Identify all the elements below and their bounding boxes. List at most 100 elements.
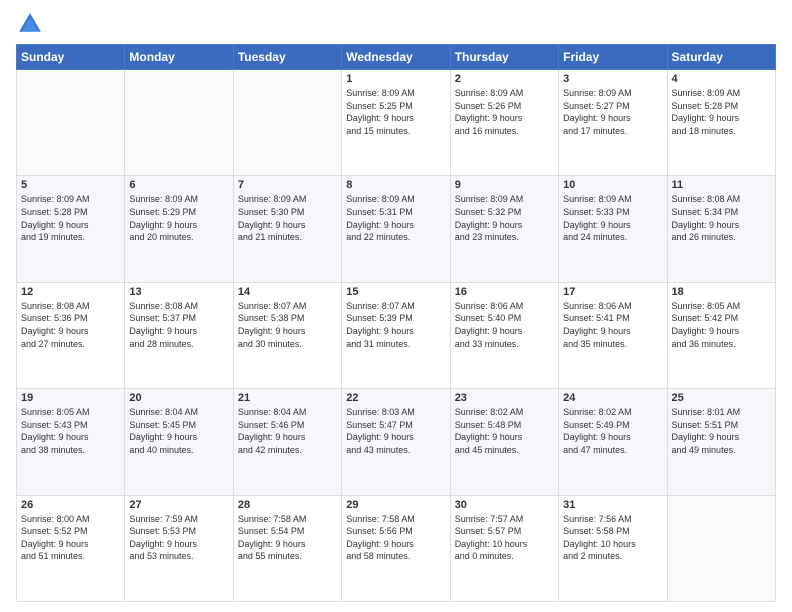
logo [16,10,48,38]
day-info: Sunrise: 8:08 AM Sunset: 5:36 PM Dayligh… [21,300,120,350]
day-number: 14 [238,286,337,298]
day-info: Sunrise: 8:09 AM Sunset: 5:30 PM Dayligh… [238,193,337,243]
calendar-day-cell: 18 Sunrise: 8:05 AM Sunset: 5:42 PM Dayli… [667,282,775,388]
weekday-header: Wednesday [342,45,450,70]
calendar-header-row: SundayMondayTuesdayWednesdayThursdayFrid… [17,45,776,70]
day-info: Sunrise: 8:08 AM Sunset: 5:37 PM Dayligh… [129,300,228,350]
calendar-day-cell: 19 Sunrise: 8:05 AM Sunset: 5:43 PM Dayli… [17,389,125,495]
calendar-day-cell: 30 Sunrise: 7:57 AM Sunset: 5:57 PM Dayli… [450,495,558,601]
day-number: 16 [455,286,554,298]
calendar-day-cell: 22 Sunrise: 8:03 AM Sunset: 5:47 PM Dayli… [342,389,450,495]
day-number: 4 [672,73,771,85]
day-number: 25 [672,392,771,404]
calendar-day-cell: 1 Sunrise: 8:09 AM Sunset: 5:25 PM Daylig… [342,70,450,176]
calendar-day-cell: 6 Sunrise: 8:09 AM Sunset: 5:29 PM Daylig… [125,176,233,282]
calendar-day-cell: 21 Sunrise: 8:04 AM Sunset: 5:46 PM Dayli… [233,389,341,495]
calendar-day-cell [17,70,125,176]
day-number: 1 [346,73,445,85]
day-info: Sunrise: 8:09 AM Sunset: 5:27 PM Dayligh… [563,87,662,137]
day-info: Sunrise: 8:07 AM Sunset: 5:38 PM Dayligh… [238,300,337,350]
day-info: Sunrise: 8:04 AM Sunset: 5:46 PM Dayligh… [238,406,337,456]
calendar-week-row: 5Sunrise: 8:09 AM Sunset: 5:28 PM Daylig… [17,176,776,282]
weekday-header: Monday [125,45,233,70]
day-info: Sunrise: 7:57 AM Sunset: 5:57 PM Dayligh… [455,513,554,563]
day-number: 11 [672,179,771,191]
day-number: 2 [455,73,554,85]
day-info: Sunrise: 8:01 AM Sunset: 5:51 PM Dayligh… [672,406,771,456]
calendar-day-cell: 2 Sunrise: 8:09 AM Sunset: 5:26 PM Daylig… [450,70,558,176]
day-info: Sunrise: 8:09 AM Sunset: 5:32 PM Dayligh… [455,193,554,243]
day-number: 12 [21,286,120,298]
day-number: 28 [238,499,337,511]
day-number: 9 [455,179,554,191]
calendar-day-cell: 13 Sunrise: 8:08 AM Sunset: 5:37 PM Dayli… [125,282,233,388]
day-number: 23 [455,392,554,404]
day-info: Sunrise: 8:06 AM Sunset: 5:40 PM Dayligh… [455,300,554,350]
day-info: Sunrise: 7:58 AM Sunset: 5:56 PM Dayligh… [346,513,445,563]
calendar-day-cell: 23 Sunrise: 8:02 AM Sunset: 5:48 PM Dayli… [450,389,558,495]
day-info: Sunrise: 8:09 AM Sunset: 5:25 PM Dayligh… [346,87,445,137]
calendar-day-cell [667,495,775,601]
calendar-day-cell: 5Sunrise: 8:09 AM Sunset: 5:28 PM Daylig… [17,176,125,282]
day-info: Sunrise: 8:06 AM Sunset: 5:41 PM Dayligh… [563,300,662,350]
day-number: 15 [346,286,445,298]
day-number: 6 [129,179,228,191]
day-info: Sunrise: 8:09 AM Sunset: 5:29 PM Dayligh… [129,193,228,243]
calendar-day-cell: 17 Sunrise: 8:06 AM Sunset: 5:41 PM Dayli… [559,282,667,388]
day-number: 3 [563,73,662,85]
weekday-header: Tuesday [233,45,341,70]
calendar-day-cell: 15 Sunrise: 8:07 AM Sunset: 5:39 PM Dayli… [342,282,450,388]
day-info: Sunrise: 8:00 AM Sunset: 5:52 PM Dayligh… [21,513,120,563]
day-number: 18 [672,286,771,298]
day-number: 24 [563,392,662,404]
day-info: Sunrise: 7:58 AM Sunset: 5:54 PM Dayligh… [238,513,337,563]
calendar-day-cell: 27Sunrise: 7:59 AM Sunset: 5:53 PM Dayli… [125,495,233,601]
page: SundayMondayTuesdayWednesdayThursdayFrid… [0,0,792,612]
calendar-day-cell: 3 Sunrise: 8:09 AM Sunset: 5:27 PM Daylig… [559,70,667,176]
day-info: Sunrise: 8:05 AM Sunset: 5:42 PM Dayligh… [672,300,771,350]
day-number: 13 [129,286,228,298]
logo-icon [16,10,44,38]
calendar-day-cell: 29Sunrise: 7:58 AM Sunset: 5:56 PM Dayli… [342,495,450,601]
day-info: Sunrise: 8:03 AM Sunset: 5:47 PM Dayligh… [346,406,445,456]
day-info: Sunrise: 8:07 AM Sunset: 5:39 PM Dayligh… [346,300,445,350]
day-number: 20 [129,392,228,404]
calendar-day-cell [233,70,341,176]
weekday-header: Thursday [450,45,558,70]
day-info: Sunrise: 8:09 AM Sunset: 5:26 PM Dayligh… [455,87,554,137]
day-number: 8 [346,179,445,191]
day-info: Sunrise: 8:04 AM Sunset: 5:45 PM Dayligh… [129,406,228,456]
day-number: 17 [563,286,662,298]
calendar-day-cell: 10Sunrise: 8:09 AM Sunset: 5:33 PM Dayli… [559,176,667,282]
weekday-header: Saturday [667,45,775,70]
day-number: 22 [346,392,445,404]
day-info: Sunrise: 7:56 AM Sunset: 5:58 PM Dayligh… [563,513,662,563]
day-number: 31 [563,499,662,511]
calendar-day-cell: 16 Sunrise: 8:06 AM Sunset: 5:40 PM Dayli… [450,282,558,388]
calendar-day-cell: 25 Sunrise: 8:01 AM Sunset: 5:51 PM Dayli… [667,389,775,495]
day-info: Sunrise: 8:05 AM Sunset: 5:43 PM Dayligh… [21,406,120,456]
day-number: 21 [238,392,337,404]
calendar-week-row: 19 Sunrise: 8:05 AM Sunset: 5:43 PM Dayli… [17,389,776,495]
calendar-day-cell [125,70,233,176]
header [16,10,776,38]
calendar-table: SundayMondayTuesdayWednesdayThursdayFrid… [16,44,776,602]
day-number: 19 [21,392,120,404]
day-info: Sunrise: 8:09 AM Sunset: 5:31 PM Dayligh… [346,193,445,243]
weekday-header: Friday [559,45,667,70]
calendar-day-cell: 24 Sunrise: 8:02 AM Sunset: 5:49 PM Dayli… [559,389,667,495]
day-info: Sunrise: 8:09 AM Sunset: 5:33 PM Dayligh… [563,193,662,243]
day-number: 30 [455,499,554,511]
calendar-day-cell: 7Sunrise: 8:09 AM Sunset: 5:30 PM Daylig… [233,176,341,282]
day-info: Sunrise: 8:08 AM Sunset: 5:34 PM Dayligh… [672,193,771,243]
day-info: Sunrise: 7:59 AM Sunset: 5:53 PM Dayligh… [129,513,228,563]
calendar-day-cell: 20 Sunrise: 8:04 AM Sunset: 5:45 PM Dayli… [125,389,233,495]
calendar-day-cell: 31 Sunrise: 7:56 AM Sunset: 5:58 PM Dayli… [559,495,667,601]
calendar-day-cell: 28 Sunrise: 7:58 AM Sunset: 5:54 PM Dayli… [233,495,341,601]
day-info: Sunrise: 8:09 AM Sunset: 5:28 PM Dayligh… [21,193,120,243]
calendar-day-cell: 9 Sunrise: 8:09 AM Sunset: 5:32 PM Daylig… [450,176,558,282]
day-info: Sunrise: 8:02 AM Sunset: 5:48 PM Dayligh… [455,406,554,456]
day-info: Sunrise: 8:02 AM Sunset: 5:49 PM Dayligh… [563,406,662,456]
calendar-day-cell: 4Sunrise: 8:09 AM Sunset: 5:28 PM Daylig… [667,70,775,176]
calendar-day-cell: 14 Sunrise: 8:07 AM Sunset: 5:38 PM Dayli… [233,282,341,388]
